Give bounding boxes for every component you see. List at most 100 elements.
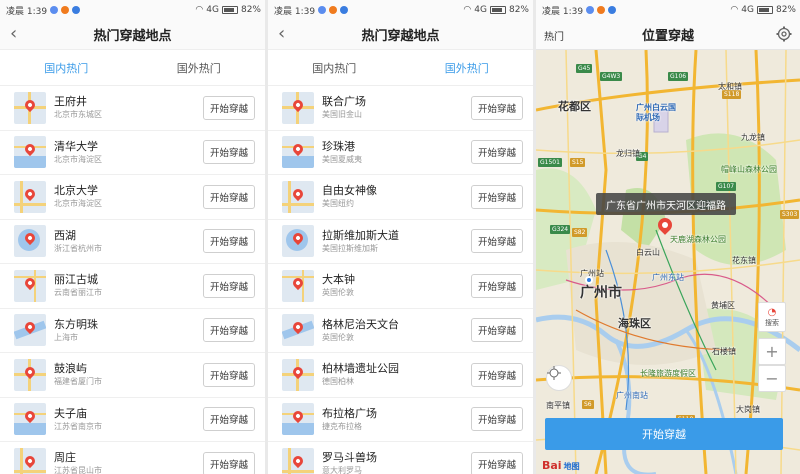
back-arrow-icon[interactable]: ‹ <box>10 25 17 43</box>
battery-icon <box>221 6 238 14</box>
start-travel-button[interactable]: 开始穿越 <box>471 318 523 343</box>
battery-icon <box>489 6 506 14</box>
map-label-baiyunshan: 白云山 <box>636 248 660 257</box>
baidu-map-logo: Bai 地图 <box>542 459 580 472</box>
notification-icon <box>608 6 617 14</box>
place-info: 鼓浪屿 福建省厦门市 <box>54 362 203 387</box>
list-item: 自由女神像 美国纽约 开始穿越 <box>268 175 533 220</box>
map-label-changlong: 长隆旅游度假区 <box>640 369 696 378</box>
map-search-button[interactable]: ◔ 搜索 <box>758 302 786 332</box>
start-travel-button[interactable]: 开始穿越 <box>203 318 255 343</box>
hot-places-link[interactable]: 热门 <box>544 28 564 43</box>
start-travel-button[interactable]: 开始穿越 <box>203 407 255 432</box>
start-travel-button[interactable]: 开始穿越 <box>203 140 255 165</box>
map-label-mahuang: 帽峰山森林公园 <box>721 165 777 174</box>
start-travel-button[interactable]: 开始穿越 <box>203 273 255 298</box>
list-item: 夫子庙 江苏省南京市 开始穿越 <box>0 398 265 442</box>
start-travel-button[interactable]: 开始穿越 <box>471 362 523 387</box>
start-travel-button[interactable]: 开始穿越 <box>471 273 523 298</box>
screens: 凌晨 1:39 ◠ 4G 82% ‹ 热门穿越地点 国内热门 国外热门 王府井 北京市… <box>0 0 800 474</box>
search-label: 搜索 <box>765 318 779 327</box>
place-thumbnail <box>282 269 314 302</box>
place-thumbnail <box>14 136 46 169</box>
start-travel-button[interactable]: 开始穿越 <box>203 184 255 209</box>
start-travel-button[interactable]: 开始穿越 <box>203 229 255 254</box>
network-label: 4G <box>741 5 754 15</box>
place-address: 北京市海淀区 <box>54 154 102 164</box>
tab-domestic[interactable]: 国内热门 <box>268 50 401 85</box>
road-shield: G1501 <box>538 158 562 167</box>
place-name: 联合广场 <box>322 95 366 109</box>
notification-icon <box>50 6 59 14</box>
map-pin-icon <box>290 142 306 157</box>
screen-foreign: 凌晨 1:39 ◠ 4G 82% ‹ 热门穿越地点 国内热门 国外热门 联合广场 美国… <box>268 0 533 474</box>
list-item: 周庄 江苏省昆山市 开始穿越 <box>0 442 265 474</box>
status-time: 凌晨 1:39 <box>274 6 316 17</box>
zoom-in-button[interactable]: + <box>758 338 786 365</box>
tab-bar: 国内热门 国外热门 <box>0 50 265 86</box>
current-location-dot-icon <box>585 276 593 284</box>
place-address: 江苏省昆山市 <box>54 466 102 474</box>
wifi-icon: ◠ <box>730 5 739 15</box>
map-view[interactable]: G45G4W3G106G4S118G107G1501S15G324G0425S3… <box>536 50 800 474</box>
start-travel-button[interactable]: 开始穿越 <box>471 451 523 474</box>
place-name: 柏林墙遗址公园 <box>322 362 399 376</box>
place-name: 东方明珠 <box>54 317 98 331</box>
place-thumbnail <box>14 314 46 347</box>
zoom-out-button[interactable]: − <box>758 365 786 392</box>
map-label-south-station: 广州南站 <box>616 391 648 400</box>
place-name: 自由女神像 <box>322 184 377 198</box>
map-pin-icon <box>290 186 306 201</box>
place-info: 清华大学 北京市海淀区 <box>54 140 203 165</box>
tab-foreign[interactable]: 国外热门 <box>401 50 534 85</box>
place-info: 罗马斗兽场 意大利罗马 <box>322 451 471 474</box>
screen-domestic: 凌晨 1:39 ◠ 4G 82% ‹ 热门穿越地点 国内热门 国外热门 王府井 北京市… <box>0 0 265 474</box>
place-info: 北京大学 北京市海淀区 <box>54 184 203 209</box>
network-label: 4G <box>206 5 219 15</box>
list-item: 拉斯维加斯大道 美国拉斯维加斯 开始穿越 <box>268 220 533 264</box>
list-item: 罗马斗兽场 意大利罗马 开始穿越 <box>268 442 533 474</box>
start-travel-button[interactable]: 开始穿越 <box>471 95 523 120</box>
notification-icon <box>318 6 327 14</box>
start-travel-button[interactable]: 开始穿越 <box>545 418 783 450</box>
map-label-dagang: 大岗镇 <box>736 405 760 414</box>
place-info: 西湖 浙江省杭州市 <box>54 229 203 254</box>
place-address: 英国伦敦 <box>322 288 354 298</box>
locate-button[interactable] <box>546 365 572 391</box>
nav-bar: 热门 位置穿越 <box>536 20 800 50</box>
tab-domestic[interactable]: 国内热门 <box>0 50 133 85</box>
place-address: 江苏省南京市 <box>54 421 102 431</box>
list-item: 柏林墙遗址公园 德国柏林 开始穿越 <box>268 353 533 398</box>
page-title: 位置穿越 <box>641 29 694 44</box>
map-label-huadu: 花都区 <box>558 100 591 113</box>
road-shield: G45 <box>576 64 593 73</box>
start-travel-button[interactable]: 开始穿越 <box>203 451 255 474</box>
search-icon: ◔ <box>767 306 777 318</box>
start-travel-button[interactable]: 开始穿越 <box>471 184 523 209</box>
place-thumbnail <box>282 403 314 436</box>
place-thumbnail <box>282 447 314 474</box>
place-name: 北京大学 <box>54 184 98 198</box>
list-item: 西湖 浙江省杭州市 开始穿越 <box>0 220 265 264</box>
start-travel-button[interactable]: 开始穿越 <box>203 95 255 120</box>
notification-icon <box>61 6 70 14</box>
map-label-nanping: 南平镇 <box>546 401 570 410</box>
place-name: 西湖 <box>54 228 76 242</box>
place-info: 自由女神像 美国纽约 <box>322 184 471 209</box>
page-title: 热门穿越地点 <box>361 29 440 44</box>
map-label-airport: 广州白云国际机场 <box>636 103 676 122</box>
map-label-haizhu: 海珠区 <box>618 317 651 330</box>
place-name: 鼓浪屿 <box>54 362 87 376</box>
tab-foreign[interactable]: 国外热门 <box>133 50 266 85</box>
map-pin-icon <box>22 97 38 112</box>
start-travel-button[interactable]: 开始穿越 <box>471 407 523 432</box>
place-info: 东方明珠 上海市 <box>54 318 203 343</box>
start-travel-button[interactable]: 开始穿越 <box>471 229 523 254</box>
start-travel-button[interactable]: 开始穿越 <box>203 362 255 387</box>
notification-icon <box>329 6 338 14</box>
settings-gear-icon[interactable] <box>776 26 792 42</box>
place-name: 布拉格广场 <box>322 406 377 420</box>
back-arrow-icon[interactable]: ‹ <box>278 25 285 43</box>
list-item: 东方明珠 上海市 开始穿越 <box>0 309 265 353</box>
start-travel-button[interactable]: 开始穿越 <box>471 140 523 165</box>
